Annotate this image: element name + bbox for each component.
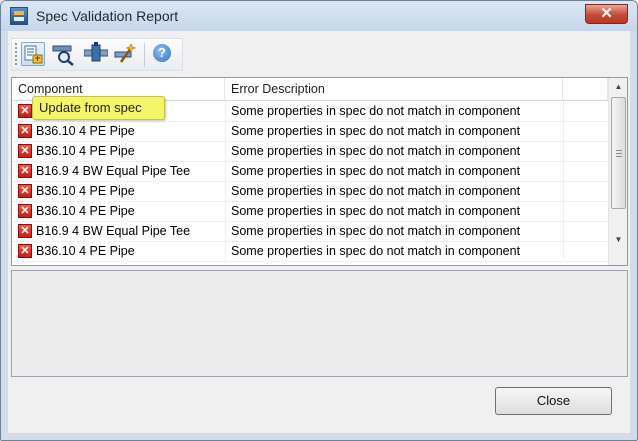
table-row[interactable]: ✕ B36.10 4 PE Pipe Some properties in sp… bbox=[12, 201, 608, 222]
window-close-button[interactable]: ✕ bbox=[585, 4, 628, 24]
scroll-down-arrow[interactable]: ▼ bbox=[609, 231, 627, 248]
app-icon bbox=[10, 7, 28, 25]
error-description-cell: Some properties in spec do not match in … bbox=[231, 104, 521, 118]
error-description-cell: Some properties in spec do not match in … bbox=[231, 184, 521, 198]
pipe-connect-button[interactable] bbox=[84, 42, 108, 66]
component-cell: B36.10 4 PE Pipe bbox=[36, 204, 135, 218]
table-row[interactable]: ✕ B36.10 4 PE Pipe Some properties in sp… bbox=[12, 141, 608, 162]
help-icon: ? bbox=[153, 44, 171, 62]
scroll-up-arrow[interactable]: ▲ bbox=[609, 78, 627, 95]
table-row[interactable]: ✕ B16.9 4 BW Equal Pipe Tee Some propert… bbox=[12, 161, 608, 182]
toolbar-grip[interactable] bbox=[15, 43, 17, 67]
scrollbar-grip bbox=[616, 150, 622, 157]
error-description-cell: Some properties in spec do not match in … bbox=[231, 204, 521, 218]
component-cell: B16.9 4 BW Equal Pipe Tee bbox=[36, 164, 191, 178]
component-cell: B36.10 4 PE Pipe bbox=[36, 244, 135, 258]
error-description-cell: Some properties in spec do not match in … bbox=[231, 144, 521, 158]
error-icon: ✕ bbox=[18, 244, 32, 258]
title-bar[interactable]: Spec Validation Report ✕ bbox=[1, 1, 637, 31]
error-description-cell: Some properties in spec do not match in … bbox=[231, 164, 521, 178]
table-row[interactable]: ✕ B36.10 4 PE Pipe Some properties in sp… bbox=[12, 181, 608, 202]
help-button[interactable]: ? bbox=[150, 42, 174, 66]
pipe-connect-icon bbox=[84, 42, 108, 62]
error-description-cell: Some properties in spec do not match in … bbox=[231, 244, 521, 258]
zoom-to-component-button[interactable] bbox=[52, 42, 76, 66]
table-row[interactable]: ✕ B36.10 4 PE Pipe Some properties in sp… bbox=[12, 241, 608, 262]
component-cell: B36.10 4 PE Pipe bbox=[36, 144, 135, 158]
toolbar-separator bbox=[144, 43, 145, 67]
table-row[interactable]: ✕ B36.10 4 PE Pipe Some properties in sp… bbox=[12, 121, 608, 142]
dialog-body: ? Component Error Description ✕ Some pro… bbox=[8, 31, 630, 433]
error-icon: ✕ bbox=[18, 164, 32, 178]
error-description-cell: Some properties in spec do not match in … bbox=[231, 124, 521, 138]
zoom-to-component-icon bbox=[52, 45, 74, 66]
column-header-extra[interactable] bbox=[563, 78, 608, 100]
error-icon: ✕ bbox=[18, 144, 32, 158]
component-cell: B36.10 4 PE Pipe bbox=[36, 184, 135, 198]
table-row[interactable]: ✕ B16.9 4 BW Equal Pipe Tee Some propert… bbox=[12, 221, 608, 242]
error-icon: ✕ bbox=[18, 204, 32, 218]
toolbar: ? bbox=[11, 38, 183, 71]
component-cell: B16.9 4 BW Equal Pipe Tee bbox=[36, 224, 191, 238]
error-icon: ✕ bbox=[18, 224, 32, 238]
error-icon: ✕ bbox=[18, 124, 32, 138]
scrollbar-thumb[interactable] bbox=[611, 97, 626, 209]
update-from-spec-icon bbox=[24, 45, 43, 64]
wand-fix-button[interactable] bbox=[113, 42, 137, 66]
wand-fix-icon bbox=[114, 43, 137, 63]
error-description-cell: Some properties in spec do not match in … bbox=[231, 224, 521, 238]
error-icon: ✕ bbox=[18, 184, 32, 198]
update-from-spec-button[interactable] bbox=[21, 42, 45, 66]
dialog-window: Spec Validation Report ✕ ? Component Err… bbox=[0, 0, 638, 441]
detail-pane bbox=[11, 270, 628, 377]
component-cell: B36.10 4 PE Pipe bbox=[36, 124, 135, 138]
tooltip-update-from-spec: Update from spec bbox=[32, 96, 165, 120]
close-button[interactable]: Close bbox=[495, 387, 612, 415]
vertical-scrollbar[interactable]: ▲ ▼ bbox=[608, 78, 627, 265]
column-header-error-description[interactable]: Error Description bbox=[225, 78, 563, 100]
error-icon: ✕ bbox=[18, 104, 32, 118]
window-title: Spec Validation Report bbox=[36, 8, 179, 24]
